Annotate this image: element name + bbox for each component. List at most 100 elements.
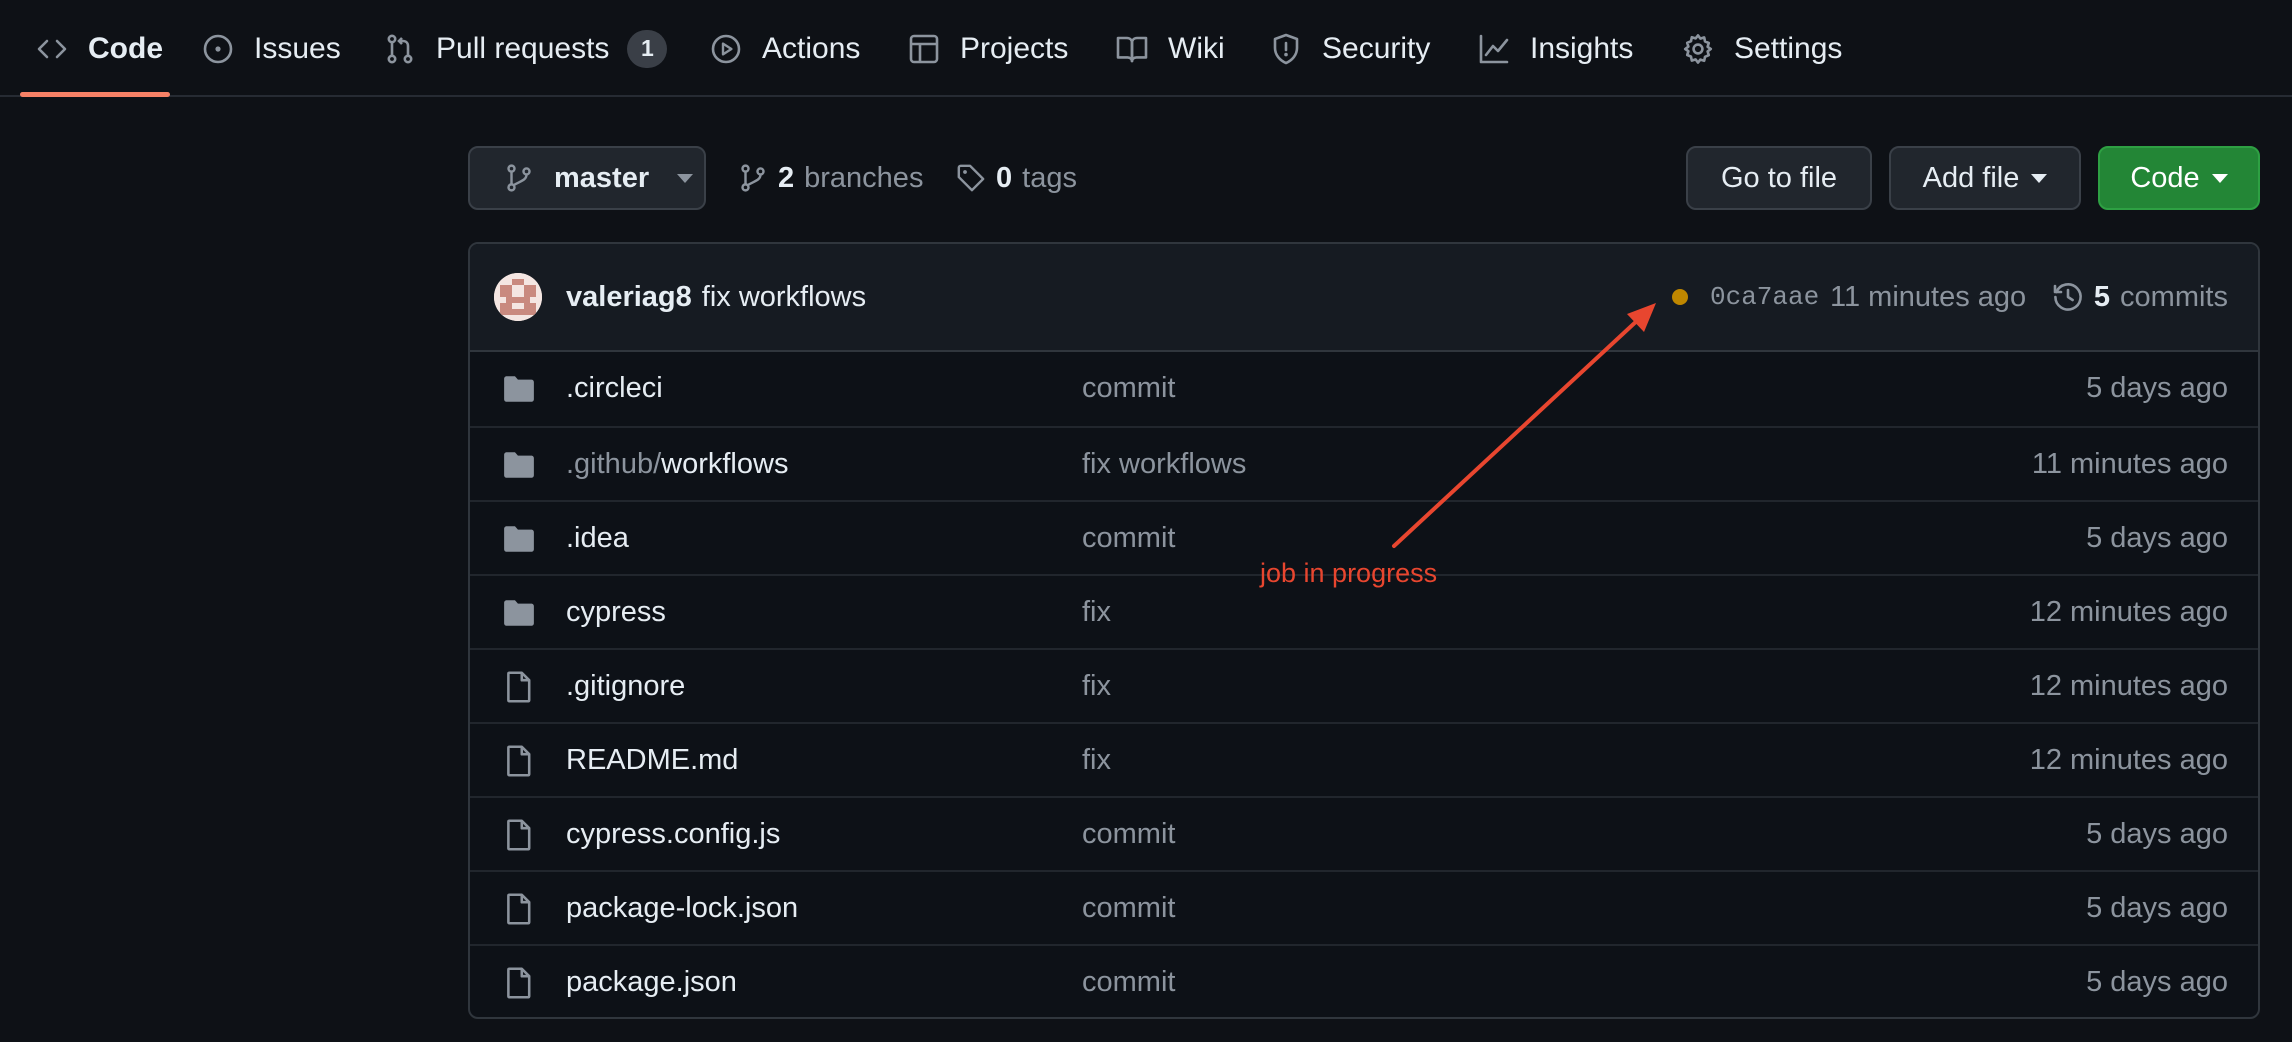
folder-icon (502, 522, 536, 556)
file-commit-message[interactable]: fix workflows (1082, 428, 1246, 500)
commit-sha[interactable]: 0ca7aae (1710, 244, 1819, 350)
file-row[interactable]: package.json commit 5 days ago (470, 944, 2258, 1017)
file-age: 5 days ago (2086, 817, 2228, 850)
folder-icon (502, 372, 536, 406)
table-icon (908, 33, 940, 65)
commit-author[interactable]: valeriag8 (566, 281, 692, 314)
folder-icon (502, 596, 536, 630)
branches-count: 2 (778, 161, 795, 194)
avatar[interactable] (494, 273, 542, 321)
chevron-down-icon (2031, 173, 2048, 183)
file-name-link[interactable]: .github/workflows (566, 428, 788, 500)
tab-label: Insights (1530, 31, 1634, 65)
file-commit-message[interactable]: commit (1082, 352, 1175, 424)
go-to-file-label: Go to file (1720, 161, 1838, 194)
chevron-down-icon (2211, 173, 2228, 183)
file-commit-message[interactable]: fix (1082, 724, 1111, 796)
file-name[interactable]: package-lock.json (566, 872, 798, 944)
file-name: workflows (661, 447, 789, 480)
file-commit-message[interactable]: commit (1082, 872, 1175, 944)
file-path-prefix: .github/ (566, 447, 662, 480)
file-row[interactable]: .circleci commit 5 days ago (470, 352, 2258, 426)
folder-icon (502, 448, 536, 482)
file-commit-message[interactable]: commit (1082, 946, 1175, 1017)
tab-issues[interactable]: Issues (202, 0, 341, 97)
file-name[interactable]: cypress.config.js (566, 798, 780, 870)
file-age: 5 days ago (2086, 371, 2228, 404)
tab-label: Issues (254, 31, 341, 65)
tab-label: Wiki (1168, 31, 1225, 65)
file-row[interactable]: .github/workflows fix workflows 11 minut… (470, 426, 2258, 500)
branch-select-button[interactable]: master (468, 146, 706, 210)
tags-count: 0 (996, 161, 1013, 194)
commit-message[interactable]: fix workflows (702, 281, 866, 314)
file-icon (502, 670, 536, 704)
active-tab-underline (20, 92, 170, 97)
file-name[interactable]: README.md (566, 724, 738, 796)
file-name[interactable]: .circleci (566, 352, 663, 424)
branches-label: branches (804, 161, 924, 194)
history-icon (2052, 281, 2084, 313)
file-commit-message[interactable]: commit (1082, 502, 1175, 574)
chevron-down-icon (677, 173, 694, 183)
tab-settings[interactable]: Settings (1682, 0, 1842, 97)
commits-label: commits (2120, 280, 2228, 313)
commit-summary: valeriag8 fix workflows (566, 244, 866, 350)
gear-icon (1682, 33, 1714, 65)
book-icon (1116, 33, 1148, 65)
file-row[interactable]: package-lock.json commit 5 days ago (470, 870, 2258, 944)
commit-time: 11 minutes ago (1830, 280, 2027, 313)
git-branch-icon (738, 163, 768, 193)
latest-commit-bar: valeriag8 fix workflows 0ca7aae 11 minut… (470, 244, 2258, 352)
issue-icon (202, 33, 234, 65)
file-age: 12 minutes ago (2029, 595, 2228, 628)
file-row[interactable]: README.md fix 12 minutes ago (470, 722, 2258, 796)
file-name[interactable]: .idea (566, 502, 629, 574)
branches-link[interactable]: 2 branches (738, 146, 923, 210)
file-age: 11 minutes ago (2031, 447, 2228, 480)
file-commit-message[interactable]: fix (1082, 650, 1111, 722)
tab-actions[interactable]: Actions (710, 0, 860, 97)
file-name[interactable]: package.json (566, 946, 737, 1017)
tags-label: tags (1022, 161, 1077, 194)
file-icon (502, 818, 536, 852)
git-branch-icon (504, 163, 534, 193)
tab-label: Pull requests (436, 31, 610, 65)
file-commit-message[interactable]: commit (1082, 798, 1175, 870)
file-name[interactable]: cypress (566, 576, 666, 648)
file-icon (502, 892, 536, 926)
commits-history-link[interactable]: 5 commits (2052, 244, 2228, 350)
file-row[interactable]: cypress.config.js commit 5 days ago (470, 796, 2258, 870)
shield-icon (1270, 33, 1302, 65)
pull-request-icon (384, 33, 416, 65)
file-age: 5 days ago (2086, 965, 2228, 998)
tab-insights[interactable]: Insights (1478, 0, 1633, 97)
file-commit-message[interactable]: fix (1082, 576, 1111, 648)
pending-status-dot[interactable] (1672, 289, 1688, 305)
tab-security[interactable]: Security (1270, 0, 1430, 97)
tags-link[interactable]: 0 tags (956, 146, 1077, 210)
go-to-file-button[interactable]: Go to file (1686, 146, 1872, 210)
file-name[interactable]: .gitignore (566, 650, 685, 722)
tab-projects[interactable]: Projects (908, 0, 1068, 97)
code-button[interactable]: Code (2098, 146, 2260, 210)
add-file-button[interactable]: Add file (1889, 146, 2081, 210)
file-age: 12 minutes ago (2029, 669, 2228, 702)
tab-code[interactable]: Code (36, 0, 163, 97)
file-age: 5 days ago (2086, 521, 2228, 554)
annotation-label: job in progress (1260, 558, 1438, 588)
file-row[interactable]: .gitignore fix 12 minutes ago (470, 648, 2258, 722)
add-file-label: Add file (1922, 161, 2020, 194)
commits-count: 5 (2093, 280, 2111, 313)
branch-name: master (554, 161, 650, 194)
tab-wiki[interactable]: Wiki (1116, 0, 1225, 97)
graph-icon (1478, 33, 1510, 65)
file-icon (502, 744, 536, 778)
pull-request-count-badge: 1 (627, 29, 668, 68)
file-browser: valeriag8 fix workflows 0ca7aae 11 minut… (468, 242, 2260, 1019)
tab-pull-requests[interactable]: Pull requests 1 (384, 0, 668, 97)
tab-label: Security (1322, 31, 1431, 65)
repo-nav: Code Issues Pull requests 1 Actions Proj… (0, 0, 2292, 97)
code-button-label: Code (2130, 161, 2200, 194)
file-age: 12 minutes ago (2029, 743, 2228, 776)
